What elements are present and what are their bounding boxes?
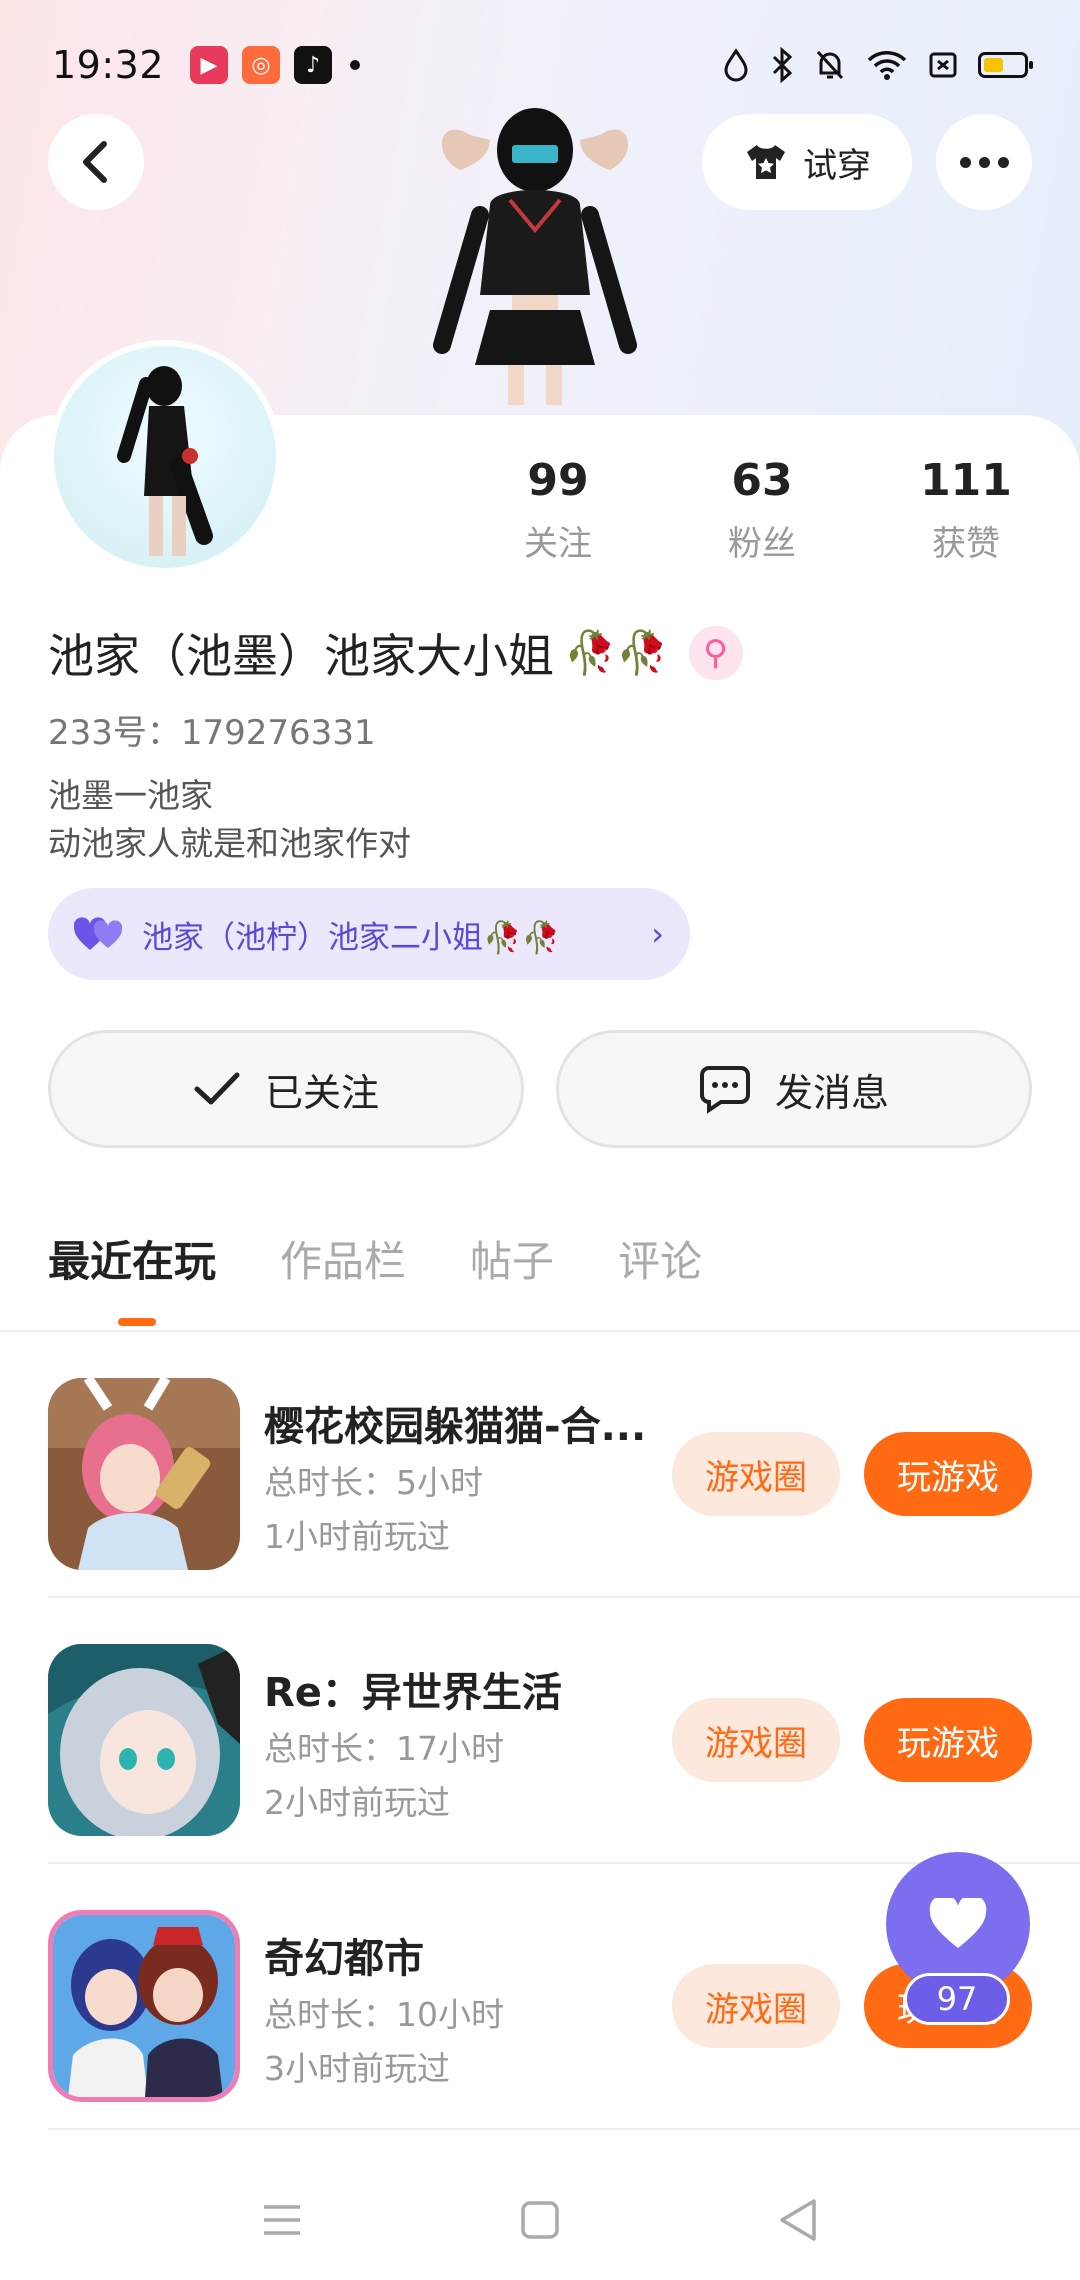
- try-on-label: 试穿: [803, 145, 871, 186]
- avatar[interactable]: [48, 340, 282, 574]
- heart-icon: [929, 1898, 987, 1948]
- game-last-played: 2小时前玩过: [264, 1783, 450, 1822]
- send-message-label: 发消息: [774, 1070, 889, 1115]
- list-item[interactable]: Re：异世界生活 总时长：17小时 2小时前玩过 游戏圈 玩游戏: [0, 1598, 1080, 1864]
- dot: [978, 156, 990, 168]
- square-icon: [521, 2201, 559, 2239]
- following-stat[interactable]: 99 关注: [478, 455, 638, 565]
- home-button[interactable]: [510, 2190, 570, 2250]
- profile-tabs: 最近在玩 作品栏 帖子 评论: [48, 1228, 702, 1289]
- more-notifications-dot: [350, 60, 361, 70]
- game-title: Re：异世界生活: [264, 1670, 562, 1716]
- menu-icon: [264, 2205, 300, 2235]
- followers-stat[interactable]: 63 粉丝: [682, 455, 842, 565]
- user-bio: 池墨一池家 动池家人就是和池家作对: [48, 772, 411, 868]
- data-saver-icon: [724, 48, 748, 82]
- wifi-icon: [867, 51, 907, 80]
- double-heart-icon: [74, 917, 123, 950]
- game-icon-re-zero[interactable]: [48, 1644, 240, 1836]
- likes-count: 111: [920, 455, 1012, 506]
- chevron-right-icon: ›: [651, 915, 664, 953]
- status-time: 19:32: [52, 43, 165, 87]
- dot: [997, 156, 1009, 168]
- game-title: 奇幻都市: [264, 1936, 424, 1982]
- send-message-button[interactable]: 发消息: [556, 1030, 1032, 1148]
- name-row: 池家（池墨）池家大小姐 🥀🥀 ⚲: [48, 620, 743, 686]
- notification-icons: ▶ ◎ ♪: [190, 46, 361, 84]
- system-back-button[interactable]: [768, 2190, 828, 2250]
- tab-comments[interactable]: 评论: [618, 1228, 702, 1289]
- name-emoji: 🥀🥀: [564, 628, 669, 677]
- play-game-button[interactable]: 玩游戏: [864, 1432, 1032, 1516]
- bluetooth-icon: [772, 47, 793, 83]
- try-on-button[interactable]: 试穿: [702, 114, 912, 210]
- game-duration: 总时长：10小时: [264, 1995, 504, 2034]
- game-last-played: 3小时前玩过: [264, 2049, 450, 2088]
- game-circle-button[interactable]: 游戏圈: [672, 1432, 840, 1516]
- dot: [959, 156, 971, 168]
- tshirt-icon: [747, 145, 785, 179]
- chevron-left-icon: [83, 141, 107, 183]
- avatar-3d-figure[interactable]: [430, 95, 640, 415]
- recent-apps-button[interactable]: [252, 2190, 312, 2250]
- following-label: 关注: [524, 524, 592, 564]
- tab-posts[interactable]: 帖子: [470, 1228, 554, 1289]
- bio-line: 动池家人就是和池家作对: [48, 824, 411, 863]
- tiktok-icon: ♪: [294, 46, 333, 84]
- game-circle-button[interactable]: 游戏圈: [672, 1964, 840, 2048]
- user-id: 233号：179276331: [48, 713, 376, 753]
- mute-bell-icon: [816, 50, 844, 80]
- following-label: 已关注: [264, 1070, 379, 1115]
- following-button[interactable]: 已关注: [48, 1030, 524, 1148]
- game-duration: 总时长：17小时: [264, 1729, 504, 1768]
- system-icons: [722, 47, 1033, 83]
- gender-female-icon: ⚲: [688, 626, 743, 680]
- followers-label: 粉丝: [728, 524, 796, 564]
- list-item[interactable]: 樱花校园躲猫猫-合... 总时长：5小时 1小时前玩过 游戏圈 玩游戏: [0, 1332, 1080, 1598]
- game-last-played: 1小时前玩过: [264, 1517, 450, 1556]
- more-options-button[interactable]: [936, 114, 1032, 210]
- message-bubble-icon: [699, 1066, 750, 1114]
- battery-icon: [978, 52, 1033, 78]
- active-tab-indicator: [118, 1318, 156, 1326]
- user-name: 池家（池墨）池家大小姐: [48, 629, 554, 683]
- back-button[interactable]: [48, 114, 144, 210]
- triangle-back-icon: [780, 2199, 816, 2241]
- game-duration: 总时长：5小时: [264, 1463, 483, 1502]
- game-circle-button[interactable]: 游戏圈: [672, 1698, 840, 1782]
- play-game-button[interactable]: 玩游戏: [864, 1698, 1032, 1782]
- checkmark-icon: [194, 1072, 240, 1105]
- game-icon-sakura-school[interactable]: [48, 1378, 240, 1570]
- game-title: 樱花校园躲猫猫-合...: [264, 1404, 647, 1450]
- video-app-icon: ▶: [190, 46, 229, 84]
- like-count-badge: 97: [904, 1973, 1010, 2025]
- divider: [48, 2128, 1080, 2130]
- following-count: 99: [527, 455, 589, 506]
- bio-line: 池墨一池家: [48, 776, 213, 815]
- game-icon-fantasy-city[interactable]: [48, 1910, 240, 2102]
- relation-chip[interactable]: 池家（池柠）池家二小姐🥀🥀 ›: [48, 888, 690, 980]
- tab-recently-played[interactable]: 最近在玩: [48, 1228, 216, 1289]
- no-sim-icon: [929, 52, 957, 78]
- likes-stat[interactable]: 111 获赞: [886, 455, 1046, 565]
- followers-count: 63: [731, 455, 793, 506]
- likes-label: 获赞: [932, 524, 1000, 564]
- tab-works[interactable]: 作品栏: [280, 1228, 406, 1289]
- kuaishou-icon: ◎: [242, 46, 281, 84]
- relation-label: 池家（池柠）池家二小姐🥀🥀: [142, 919, 561, 956]
- system-navigation-bar: [0, 2160, 1080, 2280]
